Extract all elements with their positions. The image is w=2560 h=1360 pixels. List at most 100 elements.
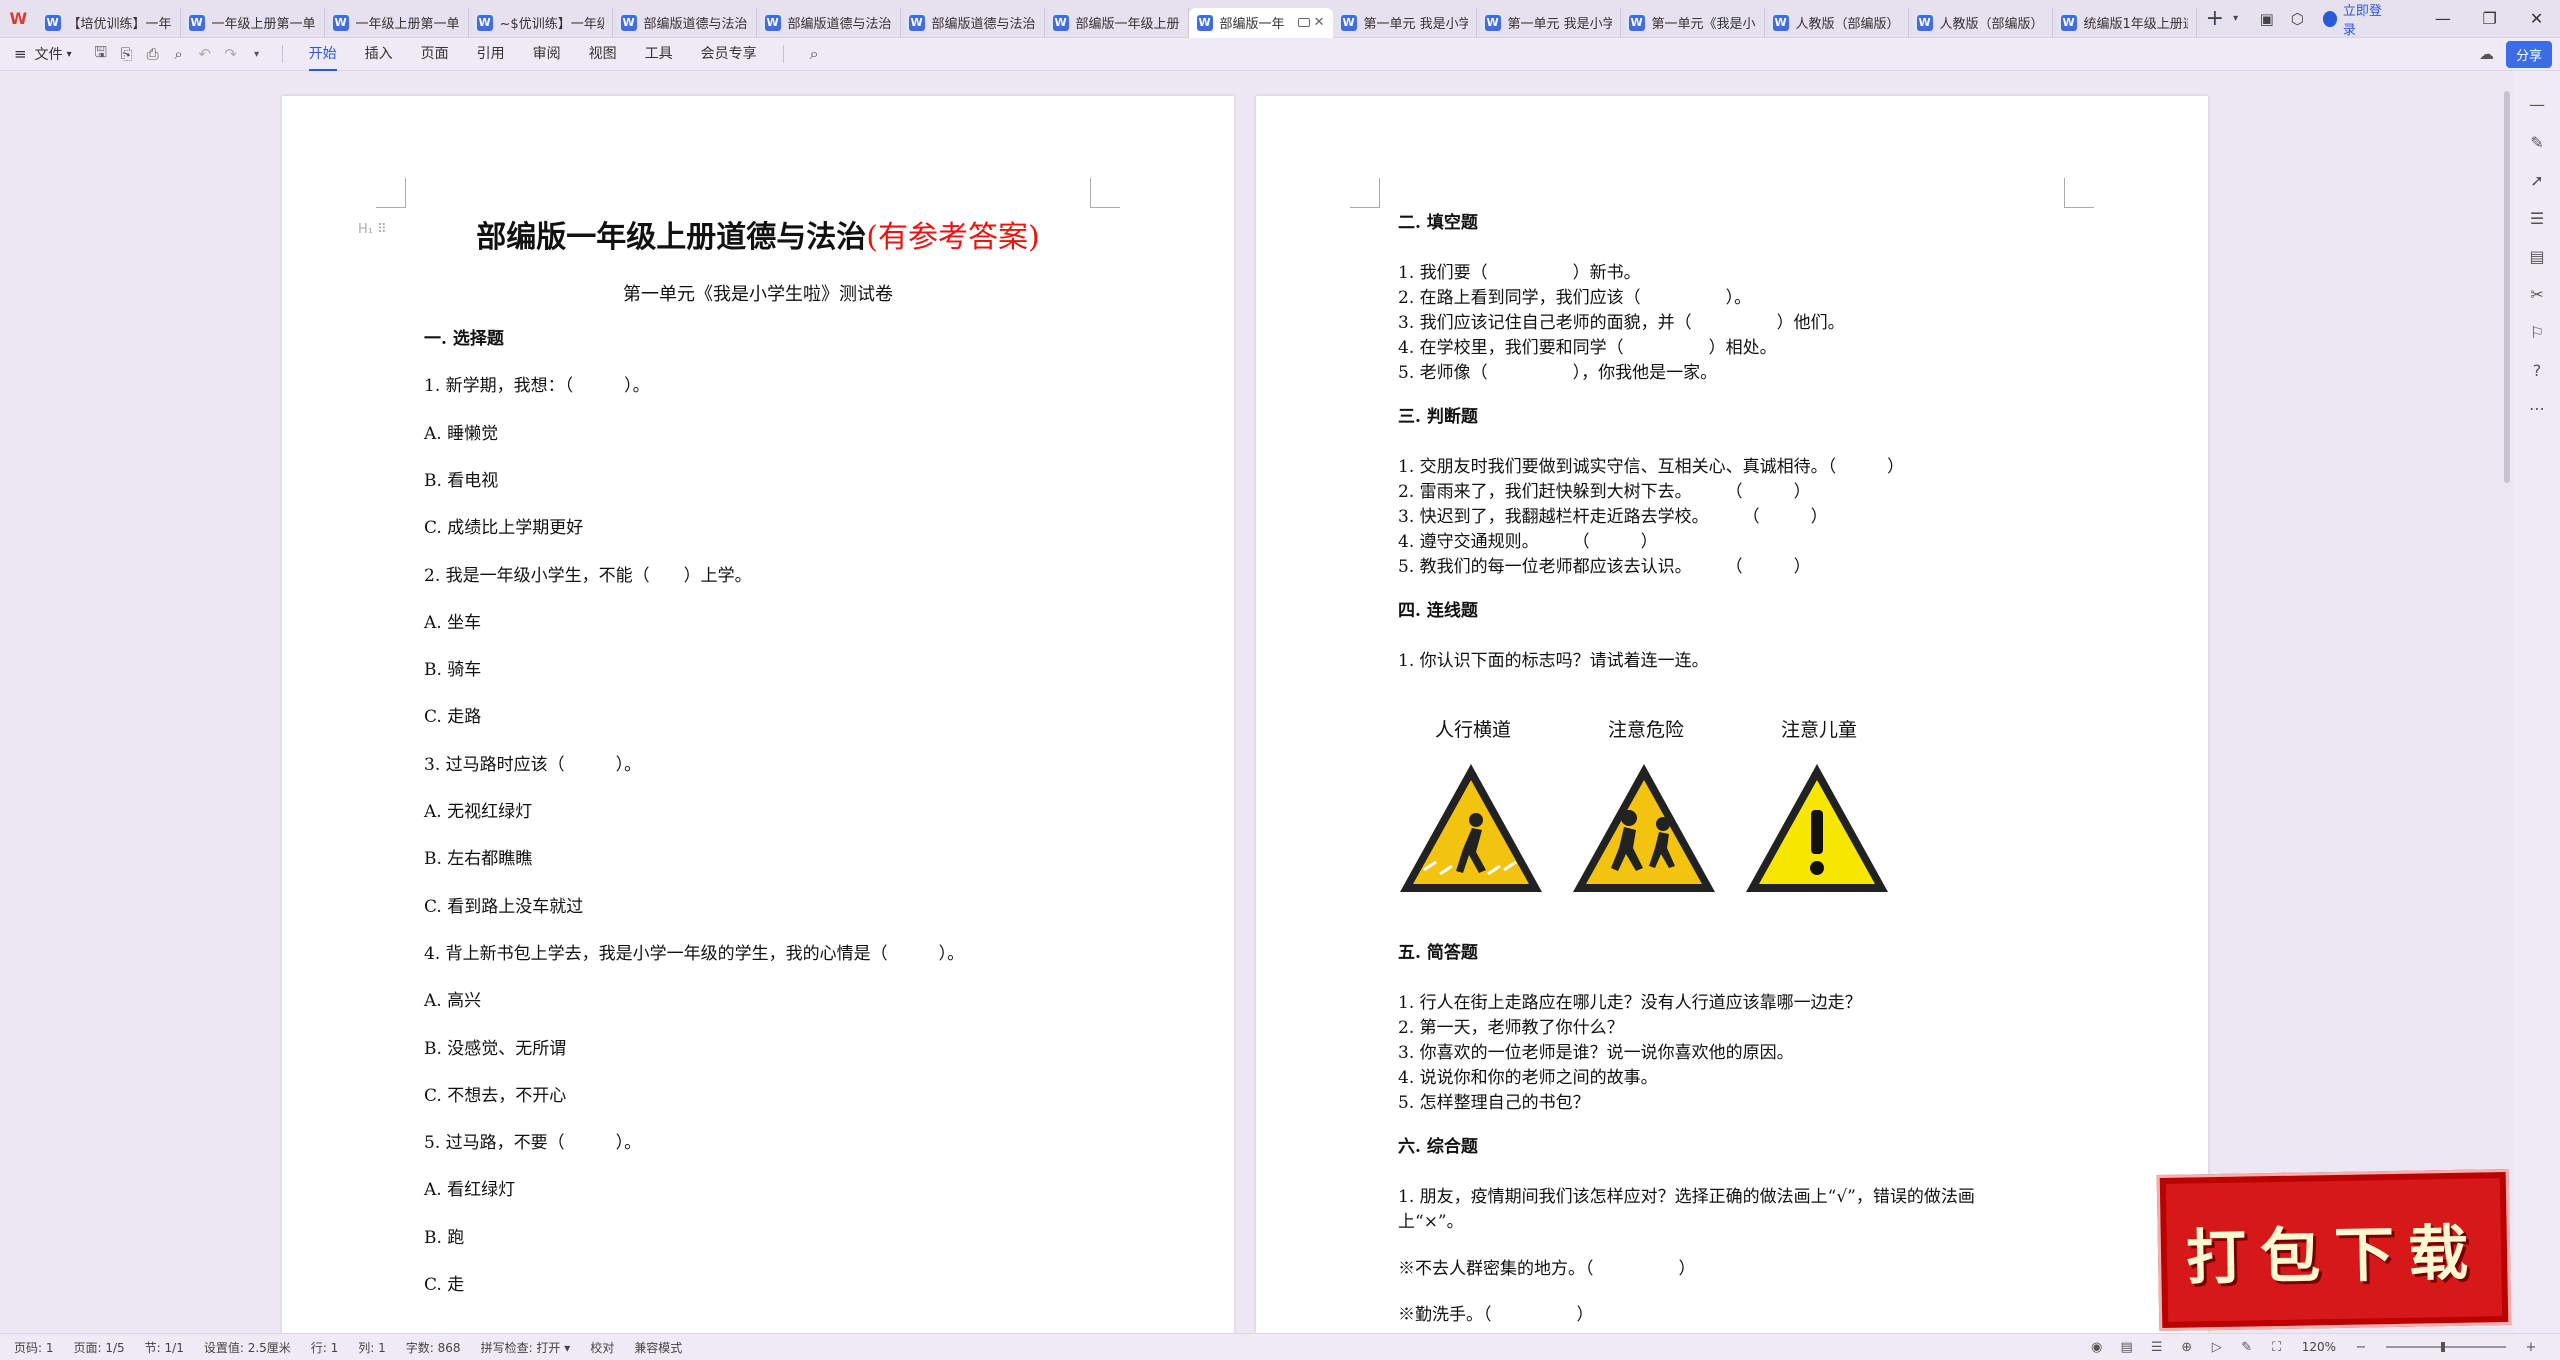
document-page-1[interactable]: H₁ ⠿ 部编版一年级上册道德与法治(有参考答案) 第一单元《我是小学生啦》测试…	[282, 96, 1234, 1333]
search-icon[interactable]: ⌕	[810, 44, 819, 64]
document-page-2[interactable]: 二. 填空题 1. 我们要（ ）新书。 2. 在路上看到同学，我们应该（ ）。 3. …	[1256, 96, 2208, 1333]
layout-icon[interactable]: ▣	[2251, 10, 2282, 28]
tab-label: 部编版一年级上册	[1075, 17, 1180, 32]
answer-line: ※不去人群密集的地方。（ ）	[1398, 1259, 1696, 1279]
tab-document-13[interactable]: W 人教版（部编版）	[1765, 7, 1909, 38]
pointer-icon[interactable]: ➚	[2521, 164, 2553, 196]
status-setting[interactable]: 设置值: 2.5厘米	[204, 1339, 291, 1356]
tab-document-5[interactable]: W 部编版道德与法治	[613, 7, 757, 38]
short-answer-line: 3. 你喜欢的一位老师是谁？说一说你喜欢他的原因。	[1398, 1043, 1794, 1063]
status-col[interactable]: 列: 1	[358, 1339, 386, 1356]
save-icon[interactable]: 🖫	[88, 42, 114, 67]
word-doc-icon: W	[332, 14, 349, 31]
corner-mark	[376, 178, 406, 208]
true-false-line: 3. 快迟到了，我翻越栏杆走近路去学校。 （ ）	[1398, 507, 1828, 527]
ribbon-tab-8[interactable]: 会员专享	[701, 38, 757, 71]
question-line: 上“×”。	[1398, 1212, 1464, 1232]
wps-logo-icon[interactable]: W	[0, 0, 37, 38]
download-banner[interactable]: 打包下载	[2156, 1168, 2512, 1332]
tab-document-2[interactable]: W 一年级上册第一单元	[181, 7, 325, 38]
close-tab-icon[interactable]: ✕	[1314, 15, 1325, 30]
redo-icon[interactable]: ↷	[218, 45, 244, 63]
question-line: B. 左右都瞧瞧	[424, 849, 533, 870]
minimize-button[interactable]: —	[2419, 9, 2466, 28]
ribbon-tab-3[interactable]: 页面	[421, 38, 449, 71]
more-chevron-icon[interactable]: ▾	[244, 49, 270, 60]
page-view-icon[interactable]: ▤	[2112, 1340, 2142, 1355]
status-words[interactable]: 字数: 868	[406, 1339, 461, 1356]
login-label: 立即登录	[2342, 3, 2382, 38]
fill-blank-line: 5. 老师像（ ），你我他是一家。	[1398, 363, 1718, 383]
short-answer-line: 1. 行人在街上走路应在哪儿走？没有人行道应该靠哪一边走？	[1398, 993, 1862, 1013]
share-button[interactable]: 分享	[2505, 40, 2552, 68]
vertical-scrollbar[interactable]	[2500, 71, 2514, 1333]
status-section[interactable]: 节: 1/1	[145, 1339, 184, 1356]
fill-blank-line: 1. 我们要（ ）新书。	[1398, 263, 1641, 283]
ribbon-tab-1[interactable]: 开始	[308, 38, 337, 71]
tab-document-11[interactable]: W 第一单元 我是小学	[1477, 7, 1621, 38]
monitor-icon[interactable]	[1297, 18, 1310, 27]
outline-icon[interactable]: ☰	[2142, 1340, 2172, 1355]
tools-icon[interactable]: ✂	[2521, 278, 2553, 310]
ribbon-tab-7[interactable]: 工具	[645, 38, 673, 71]
image-icon[interactable]: ▤	[2521, 240, 2553, 272]
tab-document-14[interactable]: W 人教版（部编版）	[1909, 7, 2053, 38]
ribbon-tab-6[interactable]: 视图	[589, 38, 617, 71]
status-row[interactable]: 行: 1	[311, 1339, 339, 1356]
edit-icon[interactable]: ✎	[2232, 1340, 2262, 1355]
tab-document-1[interactable]: W 【培优训练】一年级上册	[37, 7, 181, 38]
fit-icon[interactable]: ⛶	[2262, 1340, 2292, 1355]
settings-icon[interactable]: ☰	[2521, 202, 2553, 234]
web-view-icon[interactable]: ⊕	[2172, 1340, 2202, 1355]
status-proof[interactable]: 校对	[590, 1339, 614, 1356]
scrollbar-thumb[interactable]	[2504, 91, 2510, 483]
file-menu-button[interactable]: ≡ 文件 ▾	[14, 44, 72, 64]
tab-document-8[interactable]: W 部编版一年级上册	[1045, 7, 1189, 38]
help-icon[interactable]: ?	[2521, 354, 2553, 386]
word-doc-icon: W	[908, 14, 925, 31]
tab-document-12[interactable]: W 第一单元《我是小	[1621, 7, 1765, 38]
status-pages[interactable]: 页面: 1/5	[74, 1339, 125, 1356]
tab-document-15[interactable]: W 统编版1年级上册道	[2053, 7, 2197, 38]
zoom-in-icon[interactable]: +	[2516, 1340, 2546, 1355]
status-page[interactable]: 页码: 1	[14, 1339, 54, 1356]
shirt-icon[interactable]: ⚐	[2521, 316, 2553, 348]
eye-icon[interactable]: ◉	[2082, 1340, 2112, 1355]
download-banner-label: 打包下载	[2185, 1217, 2483, 1294]
ribbon-tab-2[interactable]: 插入	[365, 38, 393, 71]
cube-icon[interactable]: ⬡	[2282, 10, 2313, 28]
status-compat[interactable]: 兼容模式	[634, 1339, 682, 1356]
ribbon: ≡ 文件 ▾ 🖫 ⎘ ⎙ ⌕ ↶ ↷ ▾ 开始 插入 页面 引用 审阅 视图 工具 会员专享 ⌕ …	[0, 38, 2560, 71]
restore-button[interactable]: ❐	[2466, 9, 2513, 28]
zoom-slider-knob[interactable]	[2441, 1342, 2445, 1352]
tab-document-4[interactable]: W ~$优训练】一年级上	[469, 7, 613, 38]
cloud-sync-icon[interactable]: ☁	[2479, 45, 2494, 63]
undo-icon[interactable]: ↶	[192, 45, 218, 63]
collapse-icon[interactable]: —	[2521, 88, 2553, 120]
zoom-level[interactable]: 120%	[2302, 1340, 2336, 1354]
ribbon-tab-4[interactable]: 引用	[477, 38, 505, 71]
close-window-button[interactable]: ✕	[2513, 9, 2560, 28]
question-line: A. 无视红绿灯	[424, 802, 533, 822]
status-spell[interactable]: 拼写检查: 打开 ▾	[481, 1339, 571, 1356]
tab-document-9[interactable]: W 部编版一年 ✕	[1188, 7, 1333, 38]
tab-document-3[interactable]: W 一年级上册第一单元	[325, 7, 469, 38]
zoom-slider[interactable]	[2386, 1342, 2506, 1352]
tab-list-chevron-icon[interactable]: ▾	[2233, 13, 2251, 24]
tab-document-7[interactable]: W 部编版道德与法治	[901, 7, 1045, 38]
print-icon[interactable]: ⎙	[140, 45, 166, 63]
export-pdf-icon[interactable]: ⎘	[114, 45, 140, 63]
ribbon-tab-5[interactable]: 审阅	[533, 38, 561, 71]
tab-document-10[interactable]: W 第一单元 我是小学	[1333, 7, 1477, 38]
short-answer-line: 5. 怎样整理自己的书包？	[1398, 1093, 1590, 1113]
print-preview-icon[interactable]: ⌕	[166, 45, 192, 63]
new-tab-button[interactable]: +	[2197, 6, 2234, 31]
zoom-out-icon[interactable]: −	[2346, 1340, 2376, 1355]
pen-icon[interactable]: ✎	[2521, 126, 2553, 158]
true-false-line: 1. 交朋友时我们要做到诚实守信、互相关心、真诚相待。（ ）	[1398, 457, 1905, 477]
tab-document-6[interactable]: W 部编版道德与法治	[757, 7, 901, 38]
play-icon[interactable]: ▷	[2202, 1340, 2232, 1355]
crosswalk-sign-icon	[1396, 758, 1546, 902]
more-icon[interactable]: ⋯	[2521, 392, 2553, 424]
login-button[interactable]: 立即登录	[2322, 0, 2390, 38]
